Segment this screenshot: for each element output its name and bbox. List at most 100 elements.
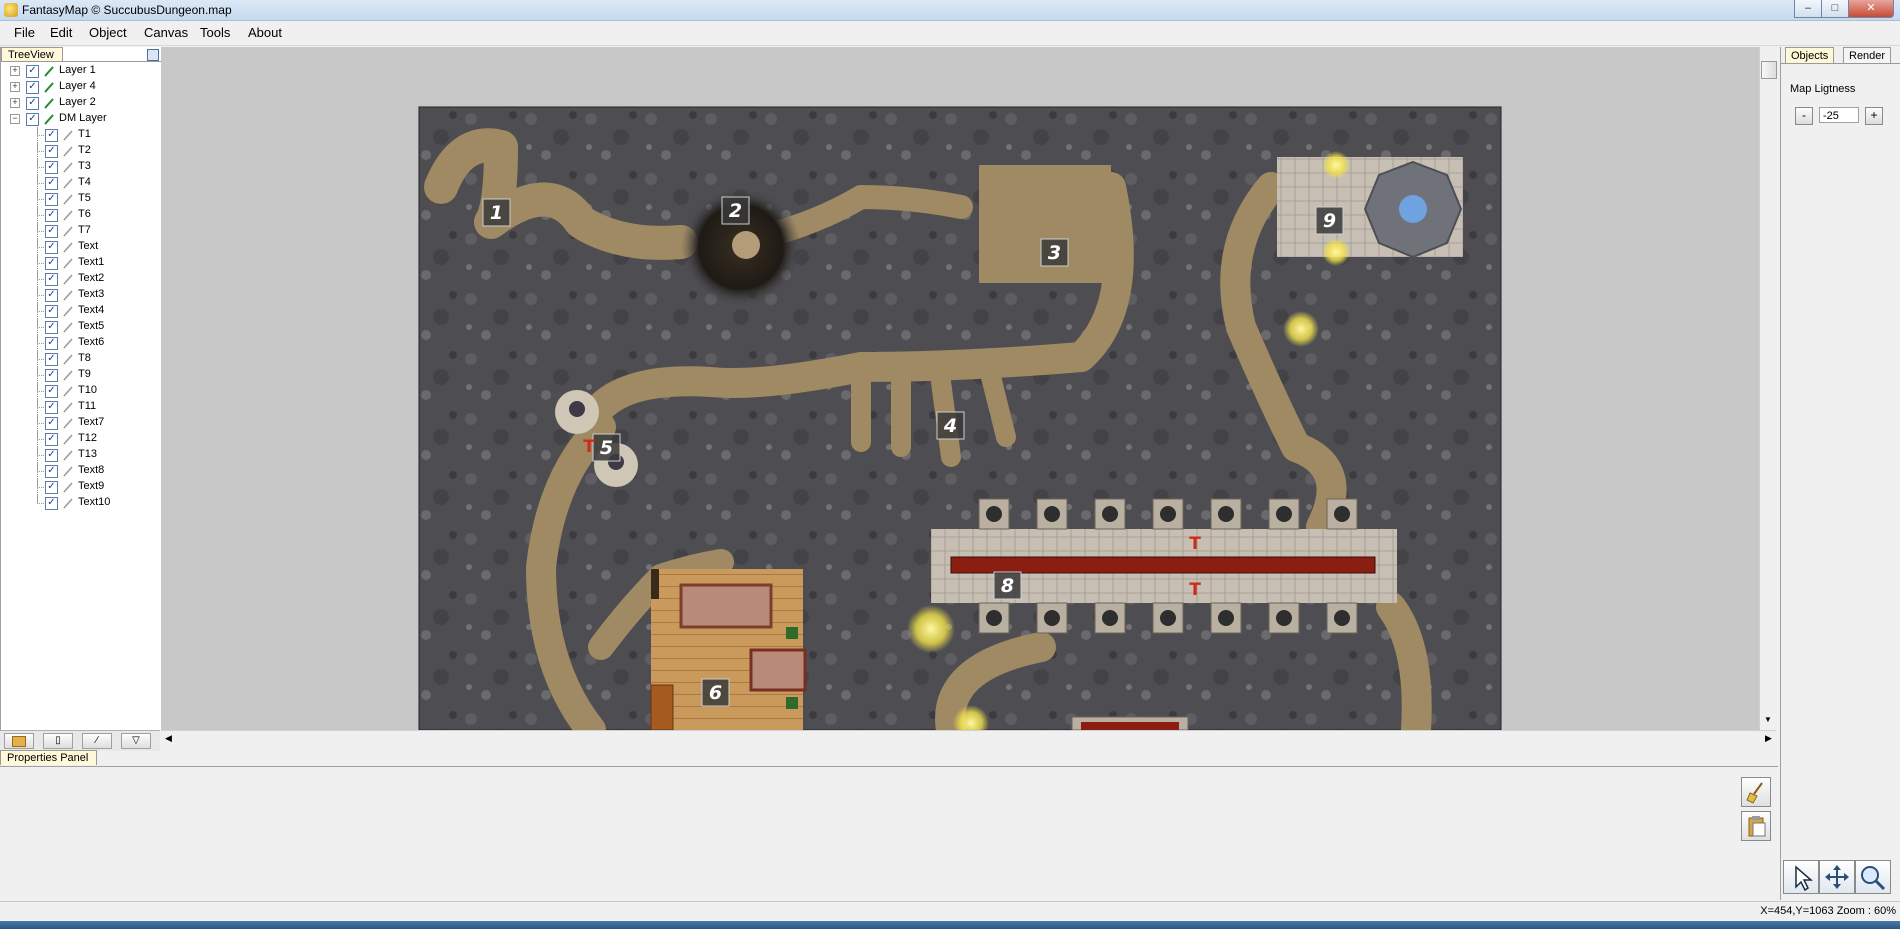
trap-marker[interactable]: T: [583, 437, 595, 457]
object-visibility-checkbox[interactable]: ✓: [45, 193, 58, 206]
tree-object-row[interactable]: ✓ T9: [1, 367, 159, 383]
properties-tab[interactable]: Properties Panel: [0, 750, 98, 765]
room-label-1[interactable]: 1: [482, 198, 511, 227]
vertical-scrollbar[interactable]: ▼: [1759, 47, 1777, 730]
object-visibility-checkbox[interactable]: ✓: [45, 129, 58, 142]
room-label-2[interactable]: 2: [721, 196, 750, 225]
tree-object-row[interactable]: ✓ T5: [1, 191, 159, 207]
object-visibility-checkbox[interactable]: ✓: [45, 481, 58, 494]
object-visibility-checkbox[interactable]: ✓: [45, 145, 58, 158]
object-visibility-checkbox[interactable]: ✓: [45, 177, 58, 190]
object-visibility-checkbox[interactable]: ✓: [45, 497, 58, 510]
menu-object[interactable]: Object: [87, 25, 129, 40]
tree-object-row[interactable]: ✓ T4: [1, 175, 159, 191]
object-visibility-checkbox[interactable]: ✓: [45, 161, 58, 174]
tree-object-row[interactable]: ✓ Text: [1, 239, 159, 255]
vertical-scroll-thumb[interactable]: [1761, 61, 1777, 79]
canvas-area[interactable]: 1 2 3 4 5 6 8 9 T T T: [161, 47, 1759, 730]
expand-icon[interactable]: +: [10, 98, 20, 108]
room-label-4[interactable]: 4: [936, 411, 965, 440]
layer-visibility-checkbox[interactable]: ✓: [26, 113, 39, 126]
object-visibility-checkbox[interactable]: ✓: [45, 241, 58, 254]
object-visibility-checkbox[interactable]: ✓: [45, 225, 58, 238]
object-visibility-checkbox[interactable]: ✓: [45, 305, 58, 318]
object-visibility-checkbox[interactable]: ✓: [45, 433, 58, 446]
layer-down-button[interactable]: ▽: [121, 733, 151, 749]
room-label-5[interactable]: 5: [592, 433, 621, 462]
menu-tools[interactable]: Tools: [198, 25, 232, 40]
tree-object-row[interactable]: ✓ Text8: [1, 463, 159, 479]
tree-object-row[interactable]: ✓ T10: [1, 383, 159, 399]
object-visibility-checkbox[interactable]: ✓: [45, 273, 58, 286]
tree-object-row[interactable]: ✓ Text10: [1, 495, 159, 511]
menu-file[interactable]: File: [12, 25, 37, 40]
tab-render[interactable]: Render: [1843, 47, 1892, 64]
object-visibility-checkbox[interactable]: ✓: [45, 353, 58, 366]
tree-object-row[interactable]: ✓ Text7: [1, 415, 159, 431]
tree-object-row[interactable]: ✓ T2: [1, 143, 159, 159]
tree-object-row[interactable]: ✓ T3: [1, 159, 159, 175]
object-visibility-checkbox[interactable]: ✓: [45, 417, 58, 430]
room-label-3[interactable]: 3: [1040, 238, 1069, 267]
layer-up-button[interactable]: ▯: [43, 733, 73, 749]
room-label-8[interactable]: 8: [993, 571, 1022, 600]
tree-layer-row[interactable]: + ✓ Layer 2: [1, 95, 159, 111]
object-visibility-checkbox[interactable]: ✓: [45, 369, 58, 382]
tree-object-row[interactable]: ✓ Text3: [1, 287, 159, 303]
tree-object-row[interactable]: ✓ T13: [1, 447, 159, 463]
tree-layer-row[interactable]: + ✓ Layer 4: [1, 79, 159, 95]
clear-properties-button[interactable]: [1741, 777, 1771, 807]
tree-object-row[interactable]: ✓ T11: [1, 399, 159, 415]
menu-about[interactable]: About: [246, 25, 284, 40]
paste-properties-button[interactable]: [1741, 811, 1771, 841]
trap-marker[interactable]: T: [1189, 534, 1201, 554]
menu-edit[interactable]: Edit: [48, 25, 74, 40]
tree-layer-row[interactable]: + ✓ Layer 1: [1, 63, 159, 79]
tree-object-row[interactable]: ✓ Text1: [1, 255, 159, 271]
pan-tool-button[interactable]: [1819, 860, 1855, 894]
tree-layer-row[interactable]: − ✓ DM Layer: [1, 111, 159, 127]
panel-pin-icon[interactable]: [147, 49, 159, 61]
tree-object-row[interactable]: ✓ Text4: [1, 303, 159, 319]
map-canvas[interactable]: 1 2 3 4 5 6 8 9 T T T: [161, 47, 1759, 730]
layer-visibility-checkbox[interactable]: ✓: [26, 81, 39, 94]
object-visibility-checkbox[interactable]: ✓: [45, 465, 58, 478]
tree-object-row[interactable]: ✓ T8: [1, 351, 159, 367]
expand-icon[interactable]: +: [10, 82, 20, 92]
object-visibility-checkbox[interactable]: ✓: [45, 321, 58, 334]
object-visibility-checkbox[interactable]: ✓: [45, 385, 58, 398]
tree-object-row[interactable]: ✓ T12: [1, 431, 159, 447]
room-label-9[interactable]: 9: [1315, 206, 1344, 235]
lightness-input[interactable]: -25: [1819, 107, 1859, 123]
select-tool-button[interactable]: [1783, 860, 1819, 894]
layer-visibility-checkbox[interactable]: ✓: [26, 65, 39, 78]
object-visibility-checkbox[interactable]: ✓: [45, 289, 58, 302]
scroll-down-icon[interactable]: ▼: [1764, 715, 1772, 724]
tree-object-row[interactable]: ✓ T7: [1, 223, 159, 239]
tree-object-row[interactable]: ✓ Text2: [1, 271, 159, 287]
trap-marker[interactable]: T: [1189, 580, 1201, 600]
tree-object-row[interactable]: ✓ Text5: [1, 319, 159, 335]
minimize-icon[interactable]: –: [1794, 0, 1822, 18]
room-label-6[interactable]: 6: [701, 678, 730, 707]
tree-object-row[interactable]: ✓ Text6: [1, 335, 159, 351]
tree-object-row[interactable]: ✓ T6: [1, 207, 159, 223]
maximize-icon[interactable]: □: [1821, 0, 1849, 18]
object-visibility-checkbox[interactable]: ✓: [45, 257, 58, 270]
tree-object-row[interactable]: ✓ Text9: [1, 479, 159, 495]
expand-icon[interactable]: +: [10, 66, 20, 76]
add-layer-button[interactable]: [4, 733, 34, 749]
tree-object-row[interactable]: ✓ T1: [1, 127, 159, 143]
object-visibility-checkbox[interactable]: ✓: [45, 337, 58, 350]
lightness-decrease-button[interactable]: -: [1795, 107, 1813, 125]
tab-objects[interactable]: Objects: [1785, 47, 1835, 64]
object-visibility-checkbox[interactable]: ✓: [45, 209, 58, 222]
collapse-icon[interactable]: −: [10, 114, 20, 124]
edit-layer-button[interactable]: ∕: [82, 733, 112, 749]
zoom-tool-button[interactable]: [1855, 860, 1891, 894]
object-visibility-checkbox[interactable]: ✓: [45, 449, 58, 462]
scroll-left-icon[interactable]: ◀: [165, 733, 172, 744]
lightness-increase-button[interactable]: +: [1865, 107, 1883, 125]
close-icon[interactable]: ✕: [1848, 0, 1894, 18]
object-visibility-checkbox[interactable]: ✓: [45, 401, 58, 414]
